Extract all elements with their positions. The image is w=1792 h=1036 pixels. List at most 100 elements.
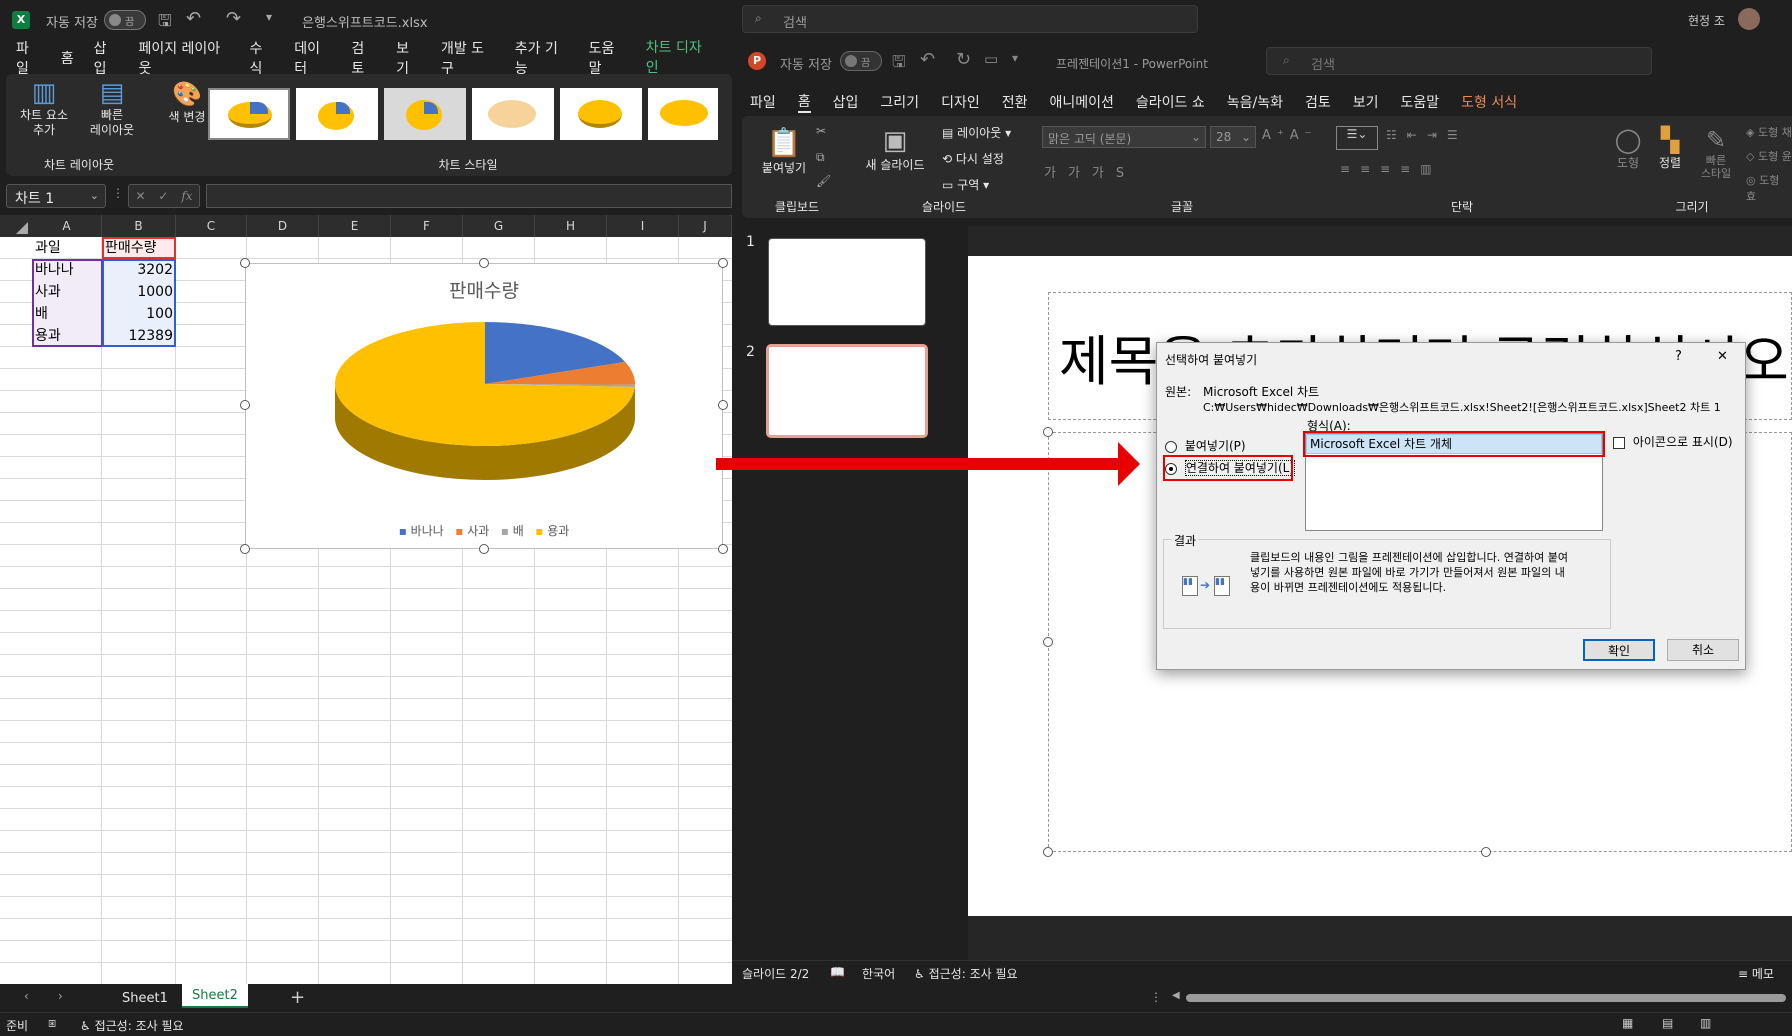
resize-handle[interactable] bbox=[1043, 637, 1053, 647]
ppt-autosave-toggle[interactable]: 끔 bbox=[840, 51, 882, 71]
tab-view[interactable]: 보기 bbox=[1353, 92, 1379, 112]
chart-style-thumb[interactable] bbox=[296, 88, 378, 140]
chart-style-thumb[interactable] bbox=[648, 88, 718, 140]
macro-record-icon[interactable]: ⧆ bbox=[48, 1016, 56, 1031]
tab-review[interactable]: 검토 bbox=[1305, 92, 1331, 112]
page-layout-view-icon[interactable]: ▤ bbox=[1662, 1016, 1673, 1030]
resize-handle[interactable] bbox=[1043, 847, 1053, 857]
present-icon[interactable]: ▭ bbox=[984, 50, 998, 68]
align-buttons[interactable]: ≡≡≡≡▥ bbox=[1340, 162, 1442, 176]
add-chart-element-button[interactable]: ▥ 차트 요소 추가 bbox=[16, 78, 72, 138]
notes-button[interactable]: ≡ 메모 bbox=[1738, 965, 1774, 982]
column-header[interactable]: A bbox=[32, 215, 102, 237]
repeat-icon[interactable]: ↻ bbox=[956, 49, 971, 70]
slide-thumbnail-1[interactable] bbox=[768, 238, 926, 326]
help-button[interactable]: ? bbox=[1675, 349, 1682, 364]
tab-addins[interactable]: 추가 기능 bbox=[515, 38, 569, 78]
accessibility-status[interactable]: ♿ 접근성: 조사 필요 bbox=[80, 1017, 184, 1034]
font-size-buttons[interactable]: A⁺A⁻ bbox=[1262, 128, 1318, 143]
ppt-search-box[interactable]: ⌕ 검색 bbox=[1266, 47, 1652, 75]
quick-styles-button[interactable]: ✎ 빠른 스타일 bbox=[1694, 126, 1738, 180]
insert-function-icon[interactable]: fx bbox=[181, 189, 192, 203]
shape-fill-button[interactable]: ◈ 도형 채 bbox=[1746, 124, 1792, 140]
global-search-box[interactable]: ⌕ 검색 bbox=[742, 5, 1198, 33]
resize-handle[interactable] bbox=[479, 258, 489, 268]
shape-outline-button[interactable]: ◇ 도형 윤 bbox=[1746, 148, 1792, 164]
column-header[interactable]: G bbox=[463, 215, 535, 237]
redo-icon[interactable]: ↷ bbox=[226, 8, 241, 29]
add-sheet-icon[interactable]: + bbox=[290, 987, 305, 1008]
resize-handle[interactable] bbox=[240, 258, 250, 268]
tab-home[interactable]: 홈 bbox=[61, 48, 74, 68]
file-name[interactable]: 은행스위프트코드.xlsx bbox=[302, 12, 428, 31]
paste-radio[interactable]: 붙여넣기(P) bbox=[1165, 437, 1246, 454]
resize-handle[interactable] bbox=[240, 400, 250, 410]
tab-file[interactable]: 파일 bbox=[750, 92, 776, 112]
column-header[interactable]: I bbox=[607, 215, 679, 237]
user-name[interactable]: 현정 조 bbox=[1688, 12, 1725, 29]
font-name-select[interactable]: 맑은 고딕 (본문) ⌄ bbox=[1042, 126, 1206, 148]
resize-handle[interactable] bbox=[718, 544, 728, 554]
tab-shape-format[interactable]: 도형 서식 bbox=[1461, 92, 1517, 112]
list-buttons[interactable]: ☷⇤⇥☰ bbox=[1386, 128, 1468, 142]
tab-design[interactable]: 디자인 bbox=[941, 92, 980, 112]
customize-qat-icon[interactable]: ▾ bbox=[1012, 51, 1018, 65]
tab-formulas[interactable]: 수식 bbox=[249, 38, 274, 78]
tab-help[interactable]: 도움말 bbox=[589, 38, 626, 78]
tab-chart-design[interactable]: 차트 디자인 bbox=[645, 37, 713, 79]
copy-icon[interactable]: ⧉ bbox=[816, 150, 825, 165]
name-box[interactable]: 차트 1 ⌄ bbox=[6, 184, 106, 208]
tab-insert[interactable]: 삽입 bbox=[94, 38, 119, 78]
pie-chart-object[interactable]: 판매수량 ▪ 바나나 ▪ 사과 ▪ 배 ▪ 용과 bbox=[245, 263, 723, 549]
resize-handle[interactable] bbox=[479, 544, 489, 554]
tab-animations[interactable]: 애니메이션 bbox=[1049, 92, 1113, 112]
section-button[interactable]: ▭ 구역 ▾ bbox=[942, 176, 989, 193]
horizontal-scrollbar[interactable] bbox=[1186, 994, 1786, 1002]
autosave-toggle[interactable]: 끔 bbox=[104, 10, 146, 30]
resize-handle[interactable] bbox=[240, 544, 250, 554]
resize-handle[interactable] bbox=[1043, 427, 1053, 437]
radio-circle[interactable] bbox=[1165, 440, 1177, 453]
undo-icon[interactable]: ↶ bbox=[186, 8, 201, 29]
status-language[interactable]: 한국어 bbox=[862, 965, 895, 982]
worksheet-grid[interactable]: 과일 판매수량 바나나 3202 사과 1000 배 100 용과 12389 … bbox=[0, 237, 732, 984]
undo-icon[interactable]: ↶ bbox=[920, 49, 935, 70]
close-button[interactable]: ✕ bbox=[1717, 349, 1728, 364]
font-format-buttons[interactable]: 가가가S bbox=[1044, 162, 1136, 181]
column-header[interactable]: E bbox=[319, 215, 391, 237]
select-all-corner[interactable] bbox=[0, 215, 32, 237]
cancel-button[interactable]: 취소 bbox=[1667, 639, 1739, 661]
column-header[interactable]: H bbox=[535, 215, 607, 237]
save-icon[interactable]: 🖫 bbox=[892, 51, 906, 78]
avatar[interactable] bbox=[1738, 8, 1760, 30]
enter-icon[interactable]: ✓ bbox=[158, 189, 168, 203]
format-painter-icon[interactable]: 🖌 bbox=[816, 174, 831, 188]
ppt-accessibility-status[interactable]: ♿ 접근성: 조사 필요 bbox=[914, 965, 1018, 982]
page-break-view-icon[interactable]: ▥ bbox=[1700, 1016, 1711, 1030]
tab-help[interactable]: 도움말 bbox=[1401, 92, 1440, 112]
resize-handle[interactable] bbox=[718, 400, 728, 410]
reset-button[interactable]: ⟲ 다시 설정 bbox=[942, 150, 1004, 167]
sheet-tab-2[interactable]: Sheet2 bbox=[182, 984, 248, 1008]
scroll-left-icon[interactable]: ‹ bbox=[24, 989, 29, 1003]
tab-review[interactable]: 검토 bbox=[351, 38, 376, 78]
cell-a1[interactable]: 과일 bbox=[32, 237, 102, 259]
tab-draw[interactable]: 그리기 bbox=[880, 92, 919, 112]
chart-style-thumb[interactable] bbox=[208, 88, 290, 140]
quick-layout-button[interactable]: ▤ 빠른 레이아웃 bbox=[82, 78, 142, 138]
slide-thumbnail-2[interactable] bbox=[766, 344, 928, 438]
shapes-button[interactable]: ◯ 도형 bbox=[1608, 126, 1648, 171]
formula-input[interactable] bbox=[206, 184, 732, 208]
chart-style-thumb[interactable] bbox=[560, 88, 642, 140]
cut-icon[interactable]: ✂ bbox=[816, 124, 826, 138]
tab-slideshow[interactable]: 슬라이드 쇼 bbox=[1136, 92, 1205, 112]
tab-page-layout[interactable]: 페이지 레이아웃 bbox=[138, 38, 229, 78]
resize-handle[interactable] bbox=[718, 258, 728, 268]
display-as-icon-checkbox[interactable]: 아이콘으로 표시(D) bbox=[1613, 433, 1733, 450]
column-header[interactable]: B bbox=[102, 215, 176, 237]
normal-view-icon[interactable]: ▦ bbox=[1622, 1016, 1633, 1030]
column-header[interactable]: C bbox=[176, 215, 247, 237]
column-header[interactable]: D bbox=[247, 215, 319, 237]
checkbox[interactable] bbox=[1613, 436, 1625, 449]
bullets-button[interactable]: ☰⌄ bbox=[1336, 126, 1378, 150]
